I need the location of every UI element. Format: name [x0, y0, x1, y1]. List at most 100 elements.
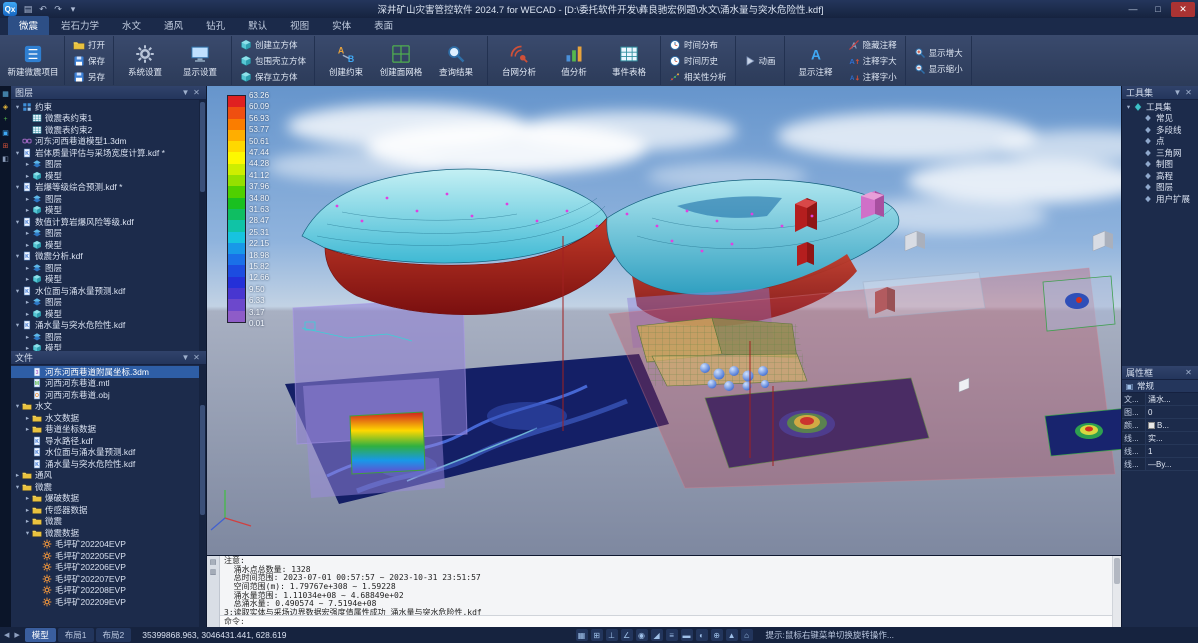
- files-scrollbar[interactable]: [199, 365, 206, 627]
- tree-expander-icon[interactable]: ▾: [13, 287, 22, 295]
- layer-tree-item[interactable]: ▸图层: [11, 193, 206, 205]
- close-button[interactable]: ✕: [1171, 2, 1195, 17]
- tree-expander-icon[interactable]: ▸: [23, 160, 32, 168]
- layer-tree-item[interactable]: ▾K数值计算岩爆风险等级.kdf: [11, 216, 206, 228]
- layer-tree-item[interactable]: 微震表约束2: [11, 124, 206, 136]
- layer-tree-item[interactable]: ▾K涌水量与突水危险性.kdf: [11, 320, 206, 332]
- undo-icon[interactable]: ↶: [36, 3, 50, 16]
- property-row[interactable]: 线...1: [1122, 445, 1198, 458]
- time-history-clock-button[interactable]: 时间历史: [666, 53, 730, 68]
- console-log-icon[interactable]: ▤: [210, 558, 217, 566]
- system-gear-button[interactable]: 系统设置: [119, 44, 171, 78]
- command-input[interactable]: 命令:: [220, 615, 1112, 627]
- layer-tree-item[interactable]: ▸图层: [11, 228, 206, 240]
- tab-表面[interactable]: 表面: [363, 16, 404, 35]
- tree-expander-icon[interactable]: ▾: [13, 183, 22, 191]
- file-tree-item[interactable]: M河西河东巷道.mtl: [11, 378, 206, 390]
- layer-tree-item[interactable]: ▸模型: [11, 239, 206, 251]
- tree-expander-icon[interactable]: ▾: [13, 483, 22, 491]
- toolset-tree-item[interactable]: 用户扩展: [1122, 193, 1198, 205]
- tab-钻孔[interactable]: 钻孔: [195, 16, 236, 35]
- file-tree-item[interactable]: ▸微震: [11, 516, 206, 528]
- properties-section-header[interactable]: ▣ 常规: [1122, 380, 1198, 393]
- tree-expander-icon[interactable]: ▸: [23, 229, 32, 237]
- layout-tabs-next-icon[interactable]: ▶: [14, 631, 19, 639]
- transparency-icon[interactable]: ◐: [696, 629, 708, 641]
- tree-expander-icon[interactable]: ▾: [13, 321, 22, 329]
- layer-tree-item[interactable]: ▾约束: [11, 101, 206, 113]
- file-tree-item[interactable]: K导水路径.kdf: [11, 435, 206, 447]
- property-row[interactable]: 线...—By...: [1122, 458, 1198, 471]
- edge-layers-icon[interactable]: ◈: [1, 102, 10, 111]
- tree-expander-icon[interactable]: ▸: [23, 494, 32, 502]
- zoom-in-mag-button[interactable]: 显示增大: [911, 45, 966, 60]
- viewport-3d[interactable]: 63.2660.0956.9353.7750.6147.4444.2841.12…: [207, 86, 1121, 555]
- tab-水文[interactable]: 水文: [111, 16, 152, 35]
- selection-cycling-icon[interactable]: ⊕: [711, 629, 723, 641]
- close-icon[interactable]: ✕: [1183, 87, 1194, 98]
- tree-expander-icon[interactable]: ▸: [13, 471, 22, 479]
- tree-expander-icon[interactable]: ▸: [23, 275, 32, 283]
- file-tree-item[interactable]: ▸传感器数据: [11, 504, 206, 516]
- ortho-icon[interactable]: ⊥: [606, 629, 618, 641]
- toolset-tree-item[interactable]: ▾工具集: [1122, 101, 1198, 113]
- grid-snap-icon[interactable]: ▦: [576, 629, 588, 641]
- file-tree-item[interactable]: K涌水量与突水危险性.kdf: [11, 458, 206, 470]
- toolset-tree-item[interactable]: 多段线: [1122, 124, 1198, 136]
- layer-tree-item[interactable]: ▸模型: [11, 343, 206, 352]
- file-tree-item[interactable]: ▸水文数据: [11, 412, 206, 424]
- annotation-larger-button[interactable]: A注释字大: [845, 53, 900, 68]
- file-tree-item[interactable]: 3河东河西巷道附属坐标.3dm: [11, 366, 206, 378]
- tree-expander-icon[interactable]: ▸: [23, 298, 32, 306]
- app-menu-icon[interactable]: ▤: [21, 3, 35, 16]
- layer-tree-item[interactable]: ▸模型: [11, 308, 206, 320]
- annotation-smaller-button[interactable]: A注释字小: [845, 69, 900, 84]
- tree-expander-icon[interactable]: ▾: [13, 103, 22, 111]
- layer-tree-item[interactable]: ▸模型: [11, 205, 206, 217]
- toolset-tree-item[interactable]: 高程: [1122, 170, 1198, 182]
- mesh-grid-button[interactable]: 创建面网格: [375, 44, 427, 78]
- layers-scrollbar[interactable]: [199, 100, 206, 351]
- edge-select-icon[interactable]: ▦: [1, 89, 10, 98]
- toolset-tree-item[interactable]: 点: [1122, 136, 1198, 148]
- value-chart-button[interactable]: 值分析: [548, 44, 600, 78]
- file-tree-item[interactable]: 毛坪矿202209EVP: [11, 596, 206, 608]
- display-monitor-button[interactable]: 显示设置: [174, 44, 226, 78]
- layer-tree-item[interactable]: ▸模型: [11, 170, 206, 182]
- layout-tab-模型[interactable]: 模型: [25, 628, 56, 642]
- tree-expander-icon[interactable]: ▾: [13, 149, 22, 157]
- snap-mode-icon[interactable]: ⊞: [591, 629, 603, 641]
- show-annotation-button[interactable]: A显示注释: [790, 44, 842, 78]
- correlation-chart-button[interactable]: 相关性分析: [666, 69, 730, 84]
- tree-expander-icon[interactable]: ▸: [23, 333, 32, 341]
- layout-tabs-prev-icon[interactable]: ◀: [4, 631, 9, 639]
- tree-expander-icon[interactable]: ▾: [13, 402, 22, 410]
- save-as-disk-button[interactable]: 另存: [70, 69, 108, 84]
- query-search-button[interactable]: 查询结果: [430, 44, 482, 78]
- open-folder-button[interactable]: 打开: [70, 37, 108, 52]
- layer-tree-item[interactable]: ▸图层: [11, 331, 206, 343]
- tree-expander-icon[interactable]: ▸: [23, 310, 32, 318]
- tree-expander-icon[interactable]: ▾: [13, 218, 22, 226]
- tab-岩石力学[interactable]: 岩石力学: [50, 16, 110, 35]
- toolset-tree-item[interactable]: 三角网: [1122, 147, 1198, 159]
- tab-默认[interactable]: 默认: [237, 16, 278, 35]
- file-tree-item[interactable]: K水位面与涌水量预测.kdf: [11, 447, 206, 459]
- polar-tracking-icon[interactable]: ∠: [621, 629, 633, 641]
- file-tree-item[interactable]: ▾水文: [11, 401, 206, 413]
- file-tree-item[interactable]: O河西河东巷道.obj: [11, 389, 206, 401]
- property-row[interactable]: 图...0: [1122, 406, 1198, 419]
- close-icon[interactable]: ✕: [191, 352, 202, 363]
- property-row[interactable]: 线...实...: [1122, 432, 1198, 445]
- redo-icon[interactable]: ↷: [51, 3, 65, 16]
- network-antenna-button[interactable]: 台网分析: [493, 44, 545, 78]
- file-tree-item[interactable]: ▸爆破数据: [11, 493, 206, 505]
- layer-tree-item[interactable]: ▾K岩爆等级综合预测.kdf *: [11, 182, 206, 194]
- pin-icon[interactable]: ▼: [180, 352, 191, 363]
- minimize-button[interactable]: —: [1121, 2, 1145, 17]
- dynamic-input-icon[interactable]: ≡: [666, 629, 678, 641]
- zoom-out-mag-button[interactable]: 显示缩小: [911, 61, 966, 76]
- tree-expander-icon[interactable]: ▸: [23, 206, 32, 214]
- tree-expander-icon[interactable]: ▸: [23, 344, 32, 351]
- object-tracking-icon[interactable]: ◢: [651, 629, 663, 641]
